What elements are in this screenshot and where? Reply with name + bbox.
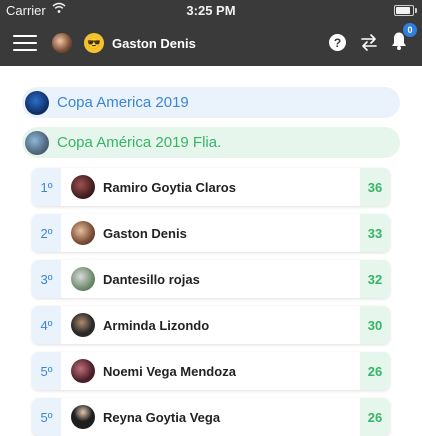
player-name: Dantesillo rojas	[103, 272, 200, 287]
group-item-copa-america-2019[interactable]: Copa America 2019	[22, 87, 400, 118]
ranking-row[interactable]: 4º Arminda Lizondo 30	[32, 306, 390, 344]
player-score: 32	[360, 260, 390, 298]
rank-position: 3º	[32, 260, 61, 298]
player-score: 36	[360, 168, 390, 206]
player-name: Ramiro Goytia Claros	[103, 180, 236, 195]
rank-position: 1º	[32, 168, 61, 206]
ranking-row[interactable]: 5º Noemi Vega Mendoza 26	[32, 352, 390, 390]
ranking-row[interactable]: 5º Reyna Goytia Vega 26	[32, 398, 390, 436]
player-score: 26	[360, 398, 390, 436]
status-bar: Carrier 3:25 PM	[0, 0, 422, 20]
avatar	[71, 175, 95, 199]
battery-icon	[394, 5, 417, 16]
rank-position: 4º	[32, 306, 61, 344]
menu-icon[interactable]	[13, 35, 37, 51]
ranking-row[interactable]: 3º Dantesillo rojas 32	[32, 260, 390, 298]
player-score: 33	[360, 214, 390, 252]
group-label: Copa America 2019	[57, 94, 189, 111]
group-item-copa-america-2019-flia[interactable]: Copa América 2019 Flia.	[22, 127, 400, 158]
user-name: Gaston Denis	[112, 36, 196, 51]
avatar[interactable]	[52, 33, 72, 53]
group-logo-icon	[25, 130, 49, 155]
player-score: 30	[360, 306, 390, 344]
avatar	[71, 405, 95, 429]
avatar	[71, 359, 95, 383]
emoji-avatar: 😎	[84, 33, 104, 53]
ranking-row[interactable]: 2º Gaston Denis 33	[32, 214, 390, 252]
clock-time: 3:25 PM	[186, 3, 236, 18]
player-score: 26	[360, 352, 390, 390]
player-name: Arminda Lizondo	[103, 318, 210, 333]
rank-position: 2º	[32, 214, 61, 252]
avatar	[71, 221, 95, 245]
player-name: Reyna Goytia Vega	[103, 410, 221, 425]
player-name: Noemi Vega Mendoza	[103, 364, 236, 379]
rank-position: 5º	[32, 398, 61, 436]
group-logo-icon	[25, 90, 49, 115]
notification-badge: 0	[403, 23, 417, 37]
avatar	[71, 313, 95, 337]
rank-position: 5º	[32, 352, 61, 390]
group-label: Copa América 2019 Flia.	[57, 134, 222, 151]
help-icon[interactable]: ?	[329, 34, 346, 51]
avatar	[71, 267, 95, 291]
swap-icon[interactable]	[360, 32, 378, 57]
player-name: Gaston Denis	[103, 226, 187, 241]
battery-level	[396, 7, 411, 14]
ranking-row[interactable]: 1º Ramiro Goytia Claros 36	[32, 168, 390, 206]
top-navigation-bar: 😎 Gaston Denis ?	[0, 20, 422, 66]
